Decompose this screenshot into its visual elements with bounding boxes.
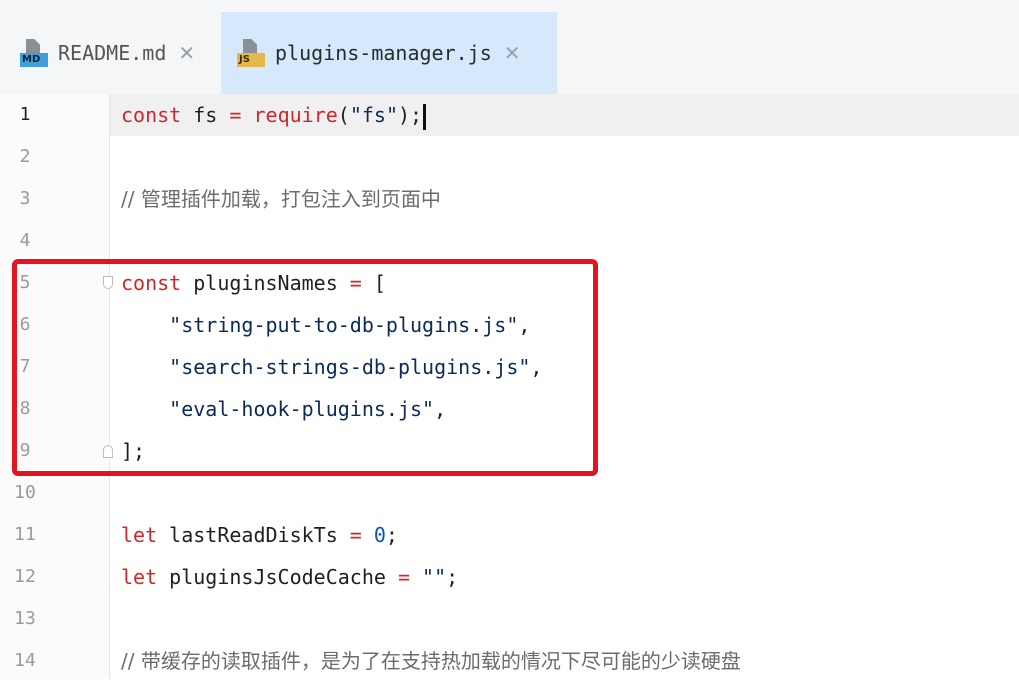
line-number: 11 — [14, 524, 36, 545]
code-token: let — [121, 565, 158, 589]
md-file-icon: MD — [20, 39, 48, 67]
code-line[interactable]: 2 — [0, 136, 1019, 178]
code-token: // 管理插件加载，打包注入到页面中 — [121, 187, 441, 211]
text-cursor — [423, 103, 427, 130]
code-text: // 带缓存的读取插件，是为了在支持热加载的情况下尽可能的少读硬盘 — [121, 640, 741, 682]
code-token: lastReadDiskTs — [157, 523, 350, 547]
code-line[interactable]: 4 — [0, 220, 1019, 262]
tab-readme[interactable]: MD README.md ✕ — [0, 12, 220, 94]
code-text: const fs = require("fs"); — [121, 94, 427, 136]
code-token: "" — [422, 565, 447, 589]
line-number: 1 — [19, 104, 31, 125]
code-line[interactable]: 13 — [0, 598, 1019, 640]
code-line[interactable]: 1 const fs = require("fs"); — [0, 94, 1019, 136]
code-token: require — [253, 103, 338, 127]
tab-label: README.md — [58, 41, 167, 65]
line-number: 3 — [19, 188, 31, 209]
tab-plugins-manager[interactable]: JS plugins-manager.js ✕ — [221, 12, 557, 94]
line-number: 2 — [19, 146, 31, 167]
code-line[interactable]: 11 let lastReadDiskTs = 0; — [0, 514, 1019, 556]
code-token: 0 — [373, 523, 386, 547]
code-line[interactable]: 3 // 管理插件加载，打包注入到页面中 — [0, 178, 1019, 220]
code-token: let — [121, 523, 158, 547]
code-token: ( — [337, 103, 350, 127]
code-token: const — [121, 103, 182, 127]
code-token: = — [397, 565, 410, 589]
code-token: = — [229, 103, 242, 127]
code-line[interactable]: 14 // 带缓存的读取插件，是为了在支持热加载的情况下尽可能的少读硬盘 — [0, 640, 1019, 682]
js-file-icon: JS — [237, 39, 265, 67]
code-token: = — [349, 523, 362, 547]
code-text: let lastReadDiskTs = 0; — [121, 514, 398, 556]
line-number: 12 — [14, 566, 36, 587]
line-number: 4 — [19, 230, 31, 251]
code-token: pluginsJsCodeCache — [157, 565, 398, 589]
code-token: // 带缓存的读取插件，是为了在支持热加载的情况下尽可能的少读硬盘 — [121, 649, 741, 673]
line-number: 14 — [14, 650, 36, 671]
code-token: "fs" — [349, 103, 398, 127]
line-number: 13 — [14, 608, 36, 629]
code-text: // 管理插件加载，打包注入到页面中 — [121, 178, 441, 220]
line-number: 10 — [14, 482, 36, 503]
close-icon[interactable]: ✕ — [504, 41, 521, 65]
code-editor[interactable]: 1 const fs = require("fs"); 2 3 // 管理插件加载，打包… — [0, 94, 1019, 679]
code-token: ; — [446, 565, 459, 589]
highlight-annotation-box — [12, 259, 598, 476]
tab-bar: MD README.md ✕ JS plugins-manager.js ✕ — [0, 0, 1019, 95]
code-token: ; — [385, 523, 398, 547]
tab-label: plugins-manager.js — [275, 41, 492, 65]
code-line[interactable]: 12 let pluginsJsCodeCache = ""; — [0, 556, 1019, 598]
close-icon[interactable]: ✕ — [178, 41, 195, 65]
code-token: ); — [398, 103, 423, 127]
code-line[interactable]: 10 — [0, 472, 1019, 514]
code-text: let pluginsJsCodeCache = ""; — [121, 556, 458, 598]
code-token: fs — [181, 103, 230, 127]
